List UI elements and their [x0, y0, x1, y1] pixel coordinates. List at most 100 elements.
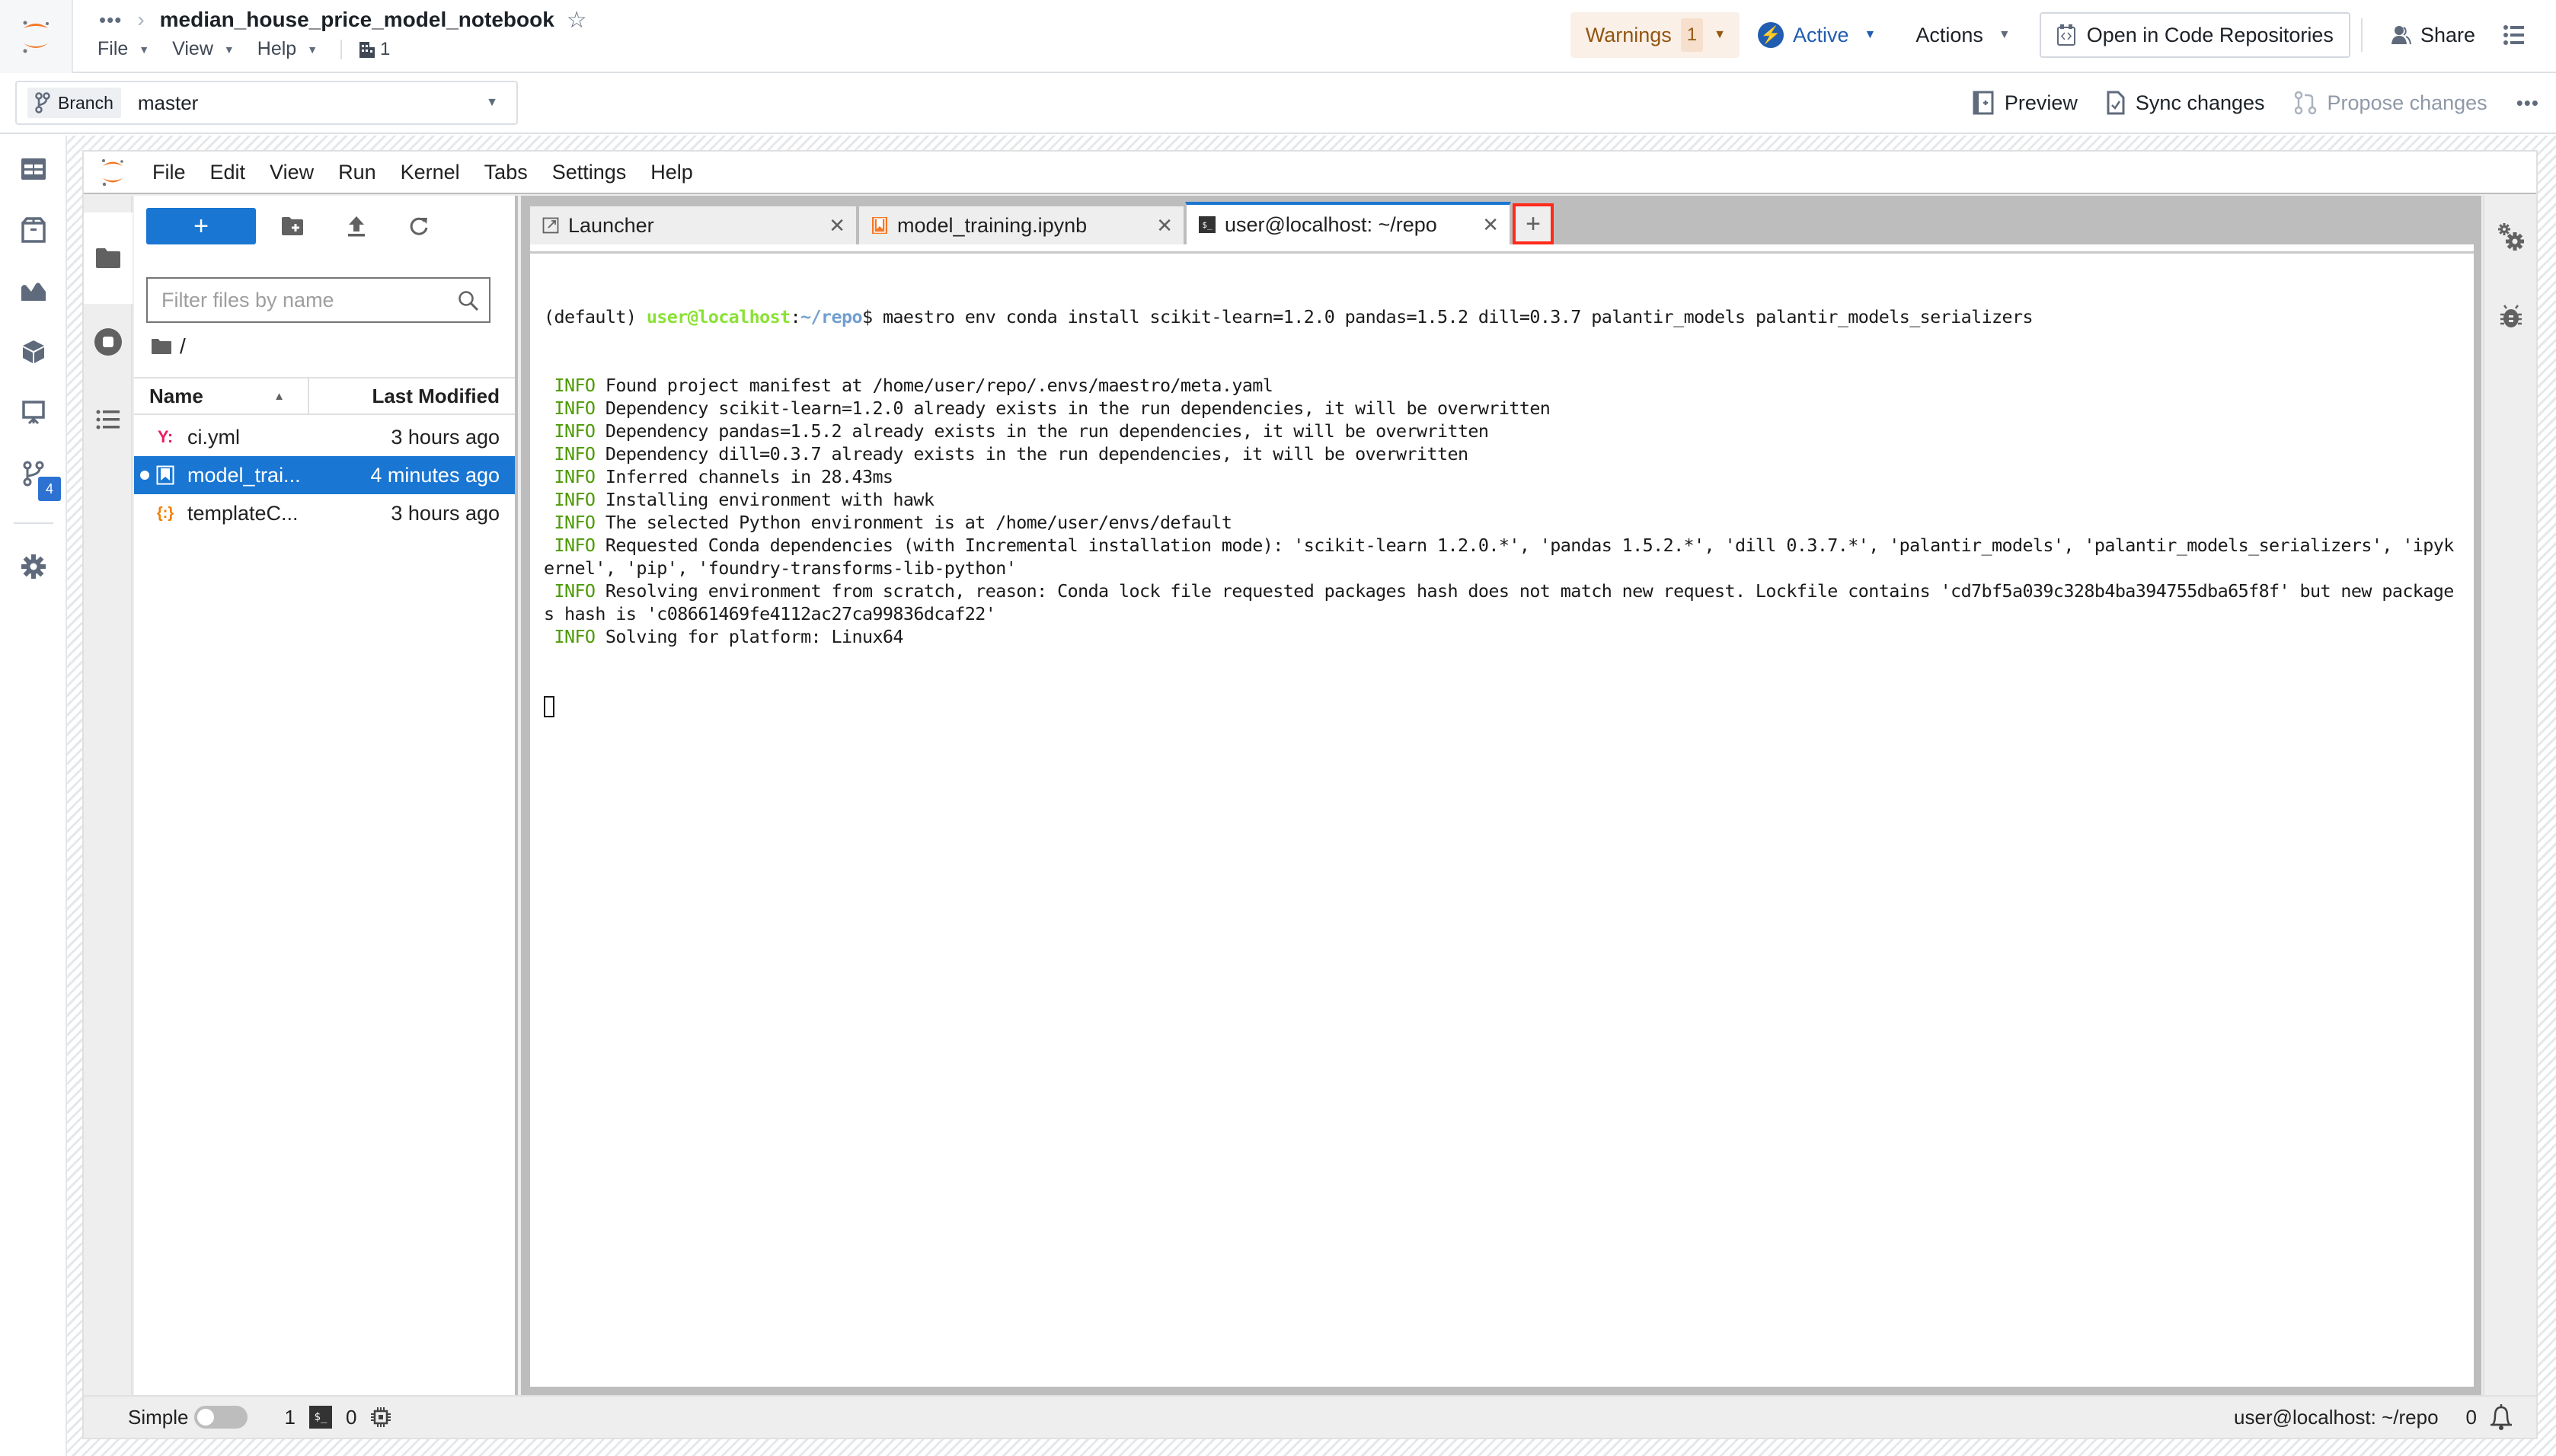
jupyterlab-frame: File Edit View Run Kernel Tabs Settings …	[82, 150, 2538, 1439]
propose-changes-label: Propose changes	[2327, 91, 2487, 114]
file-browser-breadcrumbs: /	[151, 324, 186, 369]
organization-count: 1	[380, 38, 391, 59]
file-name: templateC...	[187, 501, 299, 525]
nav-item-datasets[interactable]	[0, 146, 67, 192]
jupyter-menu-help[interactable]: Help	[649, 158, 695, 187]
nav-item-artifacts[interactable]	[0, 207, 67, 253]
organization-indicator[interactable]: 1	[359, 39, 390, 60]
current-path[interactable]: /	[180, 334, 186, 359]
open-in-code-repositories-button[interactable]: Open in Code Repositories	[2039, 12, 2350, 58]
warnings-button[interactable]: Warnings 1 ▼	[1570, 12, 1740, 58]
menu-help[interactable]: Help ▼	[257, 38, 318, 60]
property-inspector-icon	[2498, 223, 2524, 251]
page-title[interactable]: median_house_price_model_notebook	[160, 8, 554, 32]
column-modified-label: Last Modified	[372, 384, 500, 407]
jupyter-menu-tabs[interactable]: Tabs	[483, 158, 529, 187]
properties-list-icon	[2503, 25, 2524, 45]
tab-model-training-notebook[interactable]: model_training.ipynb ✕	[858, 205, 1185, 244]
branch-tag: Branch	[27, 88, 121, 118]
log-level-info: INFO	[544, 580, 596, 602]
close-icon[interactable]: ✕	[1156, 214, 1173, 238]
column-header-name[interactable]: Name ▲	[134, 378, 309, 413]
tab-terminal[interactable]: $_ user@localhost: ~/repo ✕	[1185, 202, 1511, 244]
running-sessions-summary[interactable]: 1 $_ 0	[284, 1406, 391, 1429]
stop-circle-icon	[94, 328, 122, 356]
status-active-button[interactable]: ⚡ Active ▼	[1757, 22, 1876, 48]
share-button[interactable]: Share	[2390, 24, 2475, 47]
breadcrumb-overflow-button[interactable]: •••	[99, 8, 122, 32]
simple-mode-switch[interactable]	[194, 1406, 248, 1429]
preview-icon	[1973, 91, 1994, 115]
people-icon	[2391, 26, 2411, 45]
terminal-panel[interactable]: (default) user@localhost:~/repo$ maestro…	[530, 244, 2474, 1387]
menu-file[interactable]: File ▼	[97, 38, 149, 60]
nav-item-models[interactable]	[0, 329, 67, 375]
terminal-log-line: INFO Dependency dill=0.3.7 already exist…	[544, 442, 2460, 465]
log-level-info: INFO	[544, 535, 596, 556]
property-inspector-tab[interactable]	[2484, 212, 2538, 261]
prompt-colon: :	[790, 306, 801, 327]
table-of-contents-tab[interactable]	[84, 395, 133, 444]
jupyter-menu-kernel[interactable]: Kernel	[399, 158, 462, 187]
new-launcher-button[interactable]: +	[146, 208, 256, 244]
jupyter-logo-icon	[23, 21, 49, 53]
refresh-button[interactable]	[404, 211, 434, 241]
folder-icon[interactable]	[151, 338, 172, 355]
add-tab-button[interactable]: +	[1513, 203, 1554, 244]
upload-button[interactable]	[341, 211, 372, 241]
filter-files-input[interactable]	[161, 288, 451, 312]
jupyter-menu-file[interactable]: File	[151, 158, 187, 187]
nav-item-settings[interactable]	[0, 544, 67, 589]
terminals-count: 1	[284, 1405, 296, 1429]
simple-mode-toggle[interactable]: Simple	[128, 1406, 248, 1429]
close-icon[interactable]: ✕	[829, 214, 845, 238]
building-icon	[359, 41, 375, 58]
jupyter-menu-view[interactable]: View	[268, 158, 315, 187]
nav-item-source-control[interactable]: 4	[0, 451, 67, 501]
file-name: ci.yml	[187, 425, 240, 449]
preview-button[interactable]: Preview	[1973, 91, 2078, 115]
sync-changes-button[interactable]: Sync changes	[2107, 91, 2265, 115]
file-browser-toolbar: +	[134, 196, 515, 257]
close-icon[interactable]: ✕	[1482, 213, 1499, 237]
file-modified: 3 hours ago	[391, 425, 500, 449]
log-message: Dependency dill=0.3.7 already exists in …	[605, 443, 1468, 465]
cube-icon	[23, 340, 44, 363]
terminal-toolbar-strip	[530, 244, 2474, 254]
terminal-output[interactable]: (default) user@localhost:~/repo$ maestro…	[530, 254, 2474, 769]
actions-button[interactable]: Actions ▼	[1915, 24, 2010, 47]
jupyter-status-bar: Simple 1 $_ 0 user@localhost: ~/repo 0	[84, 1395, 2536, 1438]
file-browser-tab[interactable]	[84, 212, 133, 304]
foundry-logo[interactable]	[0, 0, 73, 73]
actions-label: Actions	[1915, 23, 1983, 46]
propose-changes-button[interactable]: Propose changes	[2294, 91, 2487, 115]
jupyter-menu-run[interactable]: Run	[337, 158, 378, 187]
jupyter-menu-edit[interactable]: Edit	[209, 158, 248, 187]
favorite-star-icon[interactable]: ☆	[567, 7, 587, 34]
jupyter-right-sidebar	[2483, 196, 2536, 1397]
file-row-selected[interactable]: model_trai... 4 minutes ago	[134, 456, 515, 494]
column-header-last-modified[interactable]: Last Modified	[309, 378, 515, 413]
jupyter-menu-settings[interactable]: Settings	[551, 158, 628, 187]
branch-selector[interactable]: Branch master ▼	[15, 81, 518, 125]
menu-view-label: View	[172, 38, 213, 59]
bell-icon[interactable]	[2489, 1403, 2513, 1431]
chart-area-icon	[21, 283, 46, 301]
more-options-button[interactable]: •••	[2516, 91, 2539, 115]
file-row[interactable]: Y: ci.yml 3 hours ago	[134, 418, 515, 456]
new-folder-button[interactable]	[277, 211, 308, 241]
warnings-label: Warnings	[1585, 23, 1672, 46]
tab-launcher[interactable]: Launcher ✕	[529, 205, 858, 244]
launcher-icon	[542, 217, 559, 234]
terminal-log-line: INFO Solving for platform: Linux64	[544, 625, 2460, 648]
debugger-tab[interactable]	[2484, 292, 2538, 341]
menu-view[interactable]: View ▼	[172, 38, 235, 60]
log-message: Requested Conda dependencies (with Incre…	[544, 535, 2454, 579]
branch-bar: Branch master ▼ Preview Sync changes Pro…	[0, 73, 2556, 134]
chevron-down-icon: ▼	[307, 43, 318, 56]
list-view-button[interactable]	[2503, 24, 2526, 46]
file-row[interactable]: {:} templateC... 3 hours ago	[134, 494, 515, 532]
nav-item-presentations[interactable]	[0, 390, 67, 436]
running-sessions-tab[interactable]	[84, 318, 133, 366]
nav-item-analysis[interactable]	[0, 268, 67, 314]
